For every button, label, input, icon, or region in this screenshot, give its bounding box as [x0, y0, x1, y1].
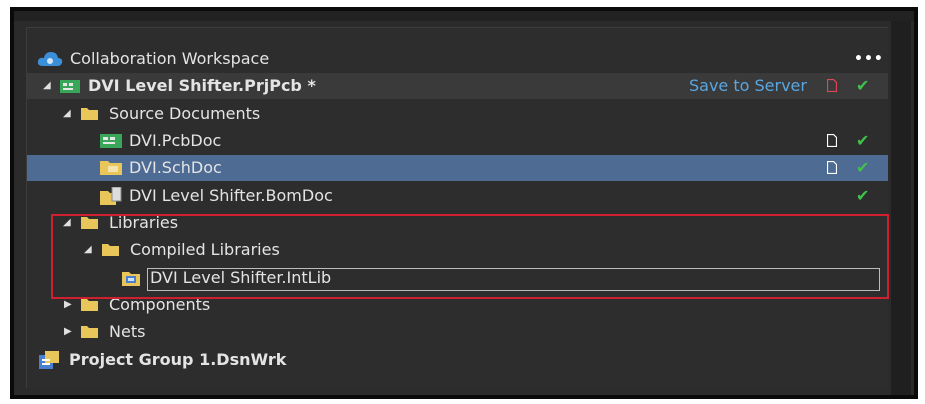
document-status-icon [827, 161, 837, 174]
folder-icon [81, 108, 98, 120]
folder-icon [81, 326, 98, 338]
save-to-server-link[interactable]: Save to Server [689, 73, 807, 99]
callout-highlight [51, 214, 889, 299]
more-options-icon[interactable]: ••• [854, 46, 884, 72]
projects-panel: Collaboration Workspace ••• ◢ DVI Level … [26, 27, 889, 388]
pcb-document-icon [100, 134, 122, 148]
cloud-icon [37, 52, 63, 66]
modified-document-icon [827, 79, 837, 92]
status-check-icon: ✔ [856, 158, 870, 177]
bom-document-icon [100, 187, 122, 205]
folder-label: Nets [109, 322, 146, 341]
pcb-project-icon [60, 80, 80, 93]
file-schdoc[interactable]: DVI.SchDoc ✔ [27, 155, 888, 181]
file-label: DVI.PcbDoc [129, 131, 222, 150]
file-bomdoc[interactable]: DVI Level Shifter.BomDoc ✔ [27, 183, 888, 209]
project-row[interactable]: ◢ DVI Level Shifter.PrjPcb * Save to Ser… [27, 73, 888, 99]
status-check-icon: ✔ [856, 186, 870, 205]
workspace-title: Collaboration Workspace [70, 49, 270, 68]
schematic-document-icon [100, 161, 122, 175]
project-group-icon [39, 351, 59, 369]
expand-arrow-icon[interactable]: ◢ [63, 101, 71, 127]
project-name: DVI Level Shifter.PrjPcb * [88, 76, 316, 95]
status-check-icon: ✔ [856, 76, 870, 95]
expand-arrow-icon[interactable]: ◢ [43, 73, 51, 99]
folder-label: Source Documents [109, 104, 261, 123]
file-pcbdoc[interactable]: DVI.PcbDoc ✔ [27, 128, 888, 154]
file-label: DVI Level Shifter.BomDoc [129, 186, 333, 205]
workspace-row[interactable]: Collaboration Workspace ••• [27, 46, 888, 72]
folder-icon [81, 299, 98, 311]
window-frame: Collaboration Workspace ••• ◢ DVI Level … [10, 7, 918, 399]
folder-source-documents[interactable]: ◢ Source Documents [27, 101, 888, 127]
project-group-row[interactable]: Project Group 1.DsnWrk [27, 347, 888, 373]
document-status-icon [827, 134, 837, 147]
status-check-icon: ✔ [856, 131, 870, 150]
project-group-label: Project Group 1.DsnWrk [69, 350, 287, 369]
folder-nets[interactable]: ▶ Nets [27, 319, 888, 345]
side-strip [891, 21, 911, 395]
collapse-arrow-icon[interactable]: ▶ [64, 319, 72, 345]
top-band [14, 11, 914, 21]
file-label: DVI.SchDoc [129, 158, 222, 177]
